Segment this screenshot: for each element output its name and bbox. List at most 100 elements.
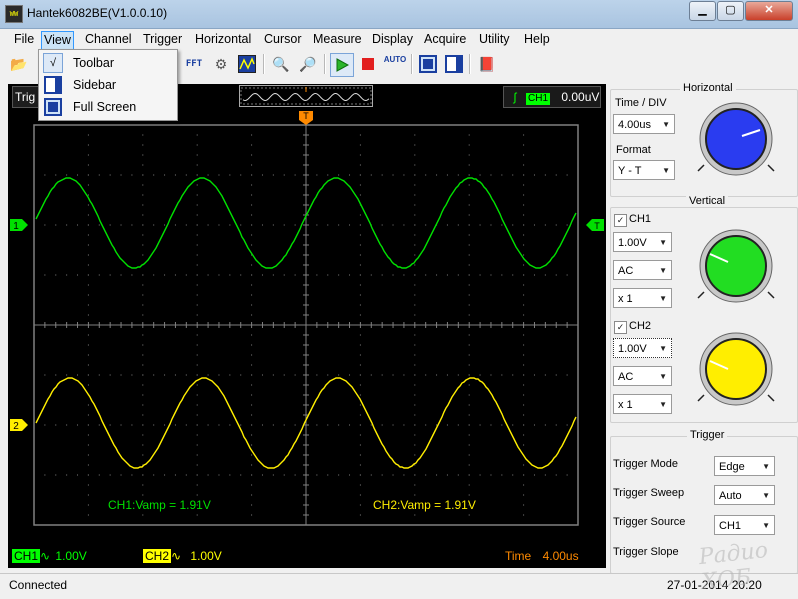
minimize-button[interactable]: ▁ <box>689 1 716 21</box>
trigger-mode-label: Trigger Mode <box>613 458 679 470</box>
screen-icon[interactable] <box>417 53 439 75</box>
chevron-down-icon: ▼ <box>762 491 770 500</box>
svg-text:2: 2 <box>13 421 19 432</box>
view-menu-item-fullscreen[interactable]: Full Screen <box>41 96 175 118</box>
ch1-probe-select[interactable]: x 1 ▼ <box>613 288 672 308</box>
ch2-coupling-select[interactable]: AC ▼ <box>613 366 672 386</box>
watermark: Радио ХОБ <box>697 538 770 595</box>
ch2-level-marker[interactable]: 2 <box>10 419 28 432</box>
book-icon[interactable]: 📕 <box>476 53 498 75</box>
format-label: Format <box>616 144 651 156</box>
trigger-source-select[interactable]: CH1 ▼ <box>714 515 775 535</box>
trigger-source-label: Trigger Source <box>613 516 686 528</box>
ch2-volts-select[interactable]: 1.00V ▼ <box>613 338 672 358</box>
menu-cursor[interactable]: Cursor <box>262 31 304 48</box>
format-select[interactable]: Y - T ▼ <box>613 160 675 180</box>
ch2-enable-checkbox[interactable]: ✓ <box>614 321 627 334</box>
time-div-select[interactable]: 4.00us ▼ <box>613 114 675 134</box>
chevron-down-icon: ▼ <box>659 344 667 353</box>
open-folder-icon[interactable]: 📂 <box>8 53 30 75</box>
ch1-coupling-select[interactable]: AC ▼ <box>613 260 672 280</box>
toolbar-separator <box>469 54 471 74</box>
connection-status: Connected <box>9 578 68 592</box>
auto-button[interactable]: AUTO <box>383 53 407 75</box>
toolbar-separator <box>411 54 413 74</box>
menu-measure[interactable]: Measure <box>311 31 364 48</box>
run-icon[interactable] <box>330 53 354 77</box>
trigger-sweep-select[interactable]: Auto ▼ <box>714 485 775 505</box>
app-icon[interactable]: WW <box>5 5 23 23</box>
ch1-volts-knob[interactable] <box>696 228 776 308</box>
timebase-knob[interactable] <box>696 101 776 181</box>
maximize-button[interactable]: ▢ <box>717 1 744 21</box>
menu-bar: File View Channel Trigger Horizontal Cur… <box>0 29 798 50</box>
panel-icon[interactable] <box>443 53 465 75</box>
chevron-down-icon: ▼ <box>762 521 770 530</box>
trigger-status: ʃ CH1 0.00uV <box>503 86 601 108</box>
chevron-down-icon: ▼ <box>762 462 770 471</box>
trigger-level-marker[interactable]: T <box>586 219 604 231</box>
ac-coupling-icon: ∿ <box>171 549 182 563</box>
svg-text:1: 1 <box>13 221 19 232</box>
menu-file[interactable]: File <box>12 31 36 48</box>
trigger-title: Trigger <box>687 429 728 441</box>
horizontal-title: Horizontal <box>680 82 736 94</box>
ac-coupling-icon: ∿ <box>40 549 51 563</box>
menu-acquire[interactable]: Acquire <box>422 31 468 48</box>
ch1-enable-checkbox[interactable]: ✓ <box>614 214 627 227</box>
chevron-down-icon: ▼ <box>659 294 667 303</box>
trigger-mode-select[interactable]: Edge ▼ <box>714 456 775 476</box>
ch1-level-marker[interactable]: 1 <box>10 219 28 232</box>
window-title: Hantek6082BE(V1.0.0.10) <box>27 6 168 20</box>
svg-text:T: T <box>303 111 309 121</box>
ch2-volts-knob[interactable] <box>696 331 776 411</box>
chevron-down-icon: ▼ <box>659 372 667 381</box>
ch1-label: CH1 <box>629 213 652 225</box>
timebase-readout: Time 4.00us <box>502 546 600 566</box>
menu-horizontal[interactable]: Horizontal <box>193 31 253 48</box>
chevron-down-icon: ▼ <box>659 400 667 409</box>
time-div-label: Time / DIV <box>615 97 667 109</box>
view-menu-item-toolbar[interactable]: √ Toolbar <box>41 52 175 74</box>
stop-icon[interactable] <box>357 53 379 75</box>
close-button[interactable]: ✕ <box>745 1 793 21</box>
svg-text:T: T <box>594 221 600 231</box>
rising-edge-icon: ʃ <box>513 90 517 104</box>
sidebar-icon <box>44 76 62 97</box>
trigger-position-marker[interactable]: T <box>299 111 313 125</box>
trigger-channel-badge: CH1 <box>526 93 551 105</box>
view-menu-label: Toolbar <box>73 56 114 70</box>
time-value: 4.00us <box>542 549 579 563</box>
vertical-title: Vertical <box>686 195 729 207</box>
ch2-probe-select[interactable]: x 1 ▼ <box>613 394 672 414</box>
ch2-measurement: CH2:Vamp = 1.91V <box>373 498 476 512</box>
ch2-volts-value: 1.00V <box>190 549 222 563</box>
menu-view[interactable]: View <box>41 31 74 50</box>
menu-display[interactable]: Display <box>370 31 415 48</box>
title-bar: WW Hantek6082BE(V1.0.0.10) ▁ ▢ ✕ <box>0 0 798 29</box>
fft-button[interactable]: FFT <box>183 53 205 75</box>
trigger-slope-label: Trigger Slope <box>613 546 679 558</box>
ch1-volts-select[interactable]: 1.00V ▼ <box>613 232 672 252</box>
chevron-down-icon: ▼ <box>659 238 667 247</box>
chevron-down-icon: ▼ <box>662 120 670 129</box>
fullscreen-icon <box>44 98 62 119</box>
checkmark-icon: √ <box>43 53 63 73</box>
menu-utility[interactable]: Utility <box>477 31 512 48</box>
menu-help[interactable]: Help <box>522 31 552 48</box>
ch2-scale-readout: CH2 ∿ 1.00V <box>143 546 243 566</box>
zoom-out-icon[interactable]: 🔎 <box>297 53 319 75</box>
ch2-label: CH2 <box>629 320 652 332</box>
menu-channel[interactable]: Channel <box>83 31 134 48</box>
waveform-icon[interactable] <box>236 53 258 75</box>
toolbar-separator <box>324 54 326 74</box>
ch1-scale-readout: CH1 ∿ 1.00V <box>12 546 112 566</box>
ch1-volts-value: 1.00V <box>55 549 87 563</box>
chevron-down-icon: ▼ <box>659 266 667 275</box>
view-menu-item-sidebar[interactable]: Sidebar <box>41 74 175 96</box>
zoom-in-icon[interactable]: 🔍 <box>270 53 292 75</box>
measure-icon[interactable]: ⚙ <box>210 53 232 75</box>
ch2-badge: CH2 <box>143 549 172 563</box>
trigger-preview <box>239 85 373 107</box>
menu-trigger[interactable]: Trigger <box>141 31 184 48</box>
